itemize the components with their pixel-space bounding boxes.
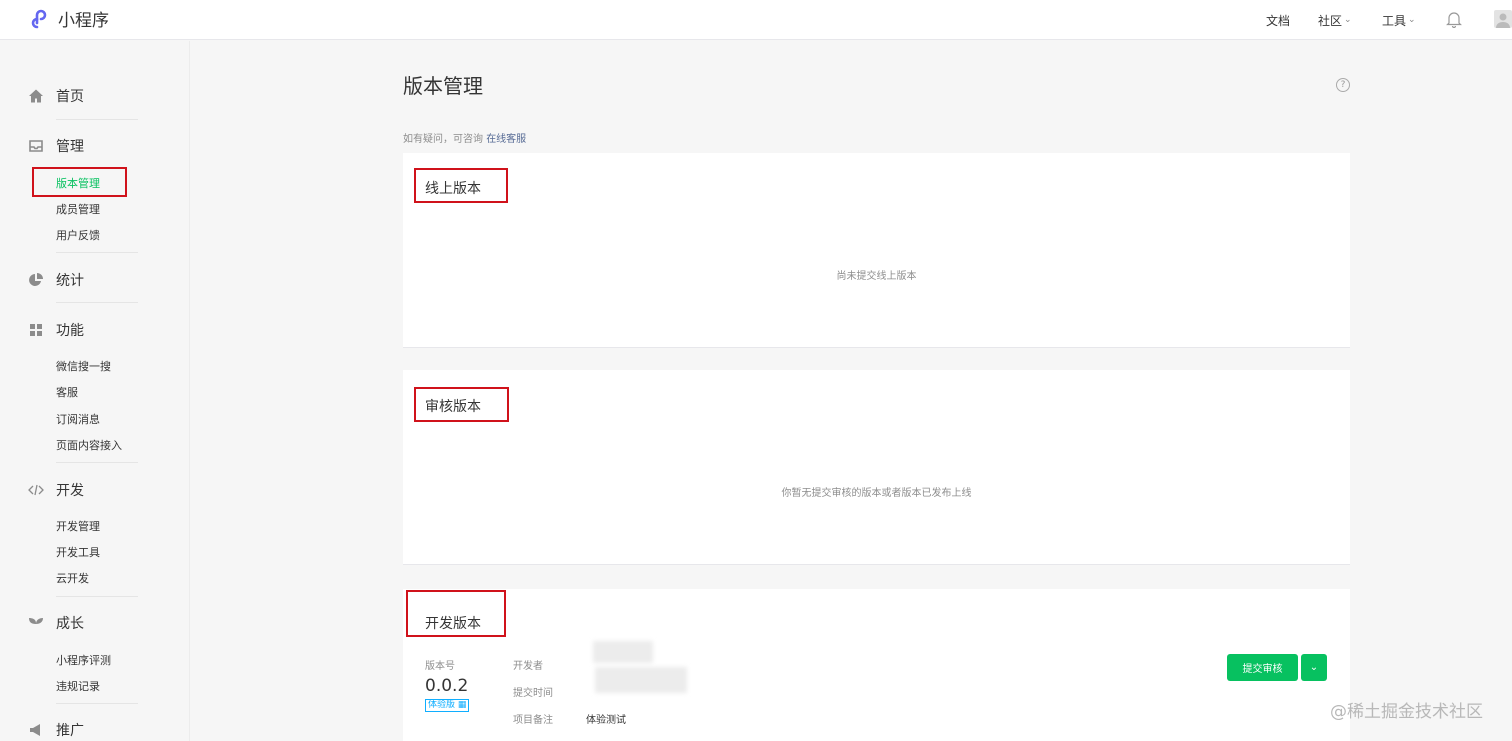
- sidebar-item-wechat-search[interactable]: 微信搜一搜: [56, 358, 111, 374]
- sidebar-item-label: 功能: [56, 323, 84, 339]
- sidebar-item-label: 首页: [56, 89, 84, 105]
- mini-program-logo-icon: [31, 9, 47, 28]
- nav-tools[interactable]: 工具 ⌄: [1382, 0, 1416, 40]
- top-bar: 小程序 文档 社区 ⌄ 工具 ⌄: [0, 0, 1512, 40]
- sidebar-item-growth[interactable]: 成长: [28, 613, 84, 633]
- grid-icon: [30, 324, 42, 336]
- highlight-box: [32, 167, 127, 197]
- sidebar-item-user-feedback[interactable]: 用户反馈: [56, 227, 100, 243]
- qr-code-icon: ▦: [457, 700, 467, 710]
- page-title: 版本管理: [403, 74, 483, 98]
- highlight-box: [406, 590, 506, 637]
- home-icon: [29, 89, 43, 103]
- divider: [56, 119, 138, 120]
- chevron-down-icon: ⌄: [1344, 15, 1352, 25]
- sidebar-item-develop[interactable]: 开发: [28, 480, 84, 500]
- bell-icon[interactable]: [1446, 10, 1462, 28]
- nav-docs-label: 文档: [1266, 13, 1291, 28]
- sidebar-item-cloud-dev[interactable]: 云开发: [56, 570, 89, 586]
- review-version-card: 审核版本 你暂无提交审核的版本或者版本已发布上线: [403, 370, 1350, 565]
- online-service-link[interactable]: 在线客服: [486, 134, 526, 145]
- app-logo[interactable]: 小程序: [28, 6, 109, 31]
- pie-chart-icon: [29, 273, 43, 286]
- sidebar-item-manage[interactable]: 管理: [28, 136, 84, 156]
- sidebar-item-dev-manage[interactable]: 开发管理: [56, 518, 100, 534]
- sidebar-item-dev-tools[interactable]: 开发工具: [56, 544, 100, 560]
- sidebar-item-label: 管理: [56, 139, 84, 155]
- divider: [56, 302, 138, 303]
- highlight-box: [414, 168, 508, 203]
- divider: [56, 703, 138, 704]
- user-icon: [1496, 13, 1510, 28]
- note-label: 项目备注: [513, 715, 553, 726]
- blurred-submit-time: [595, 667, 687, 693]
- sidebar-item-promote[interactable]: 推广: [28, 720, 84, 740]
- sidebar-item-home[interactable]: 首页: [28, 86, 84, 106]
- highlight-box: [414, 387, 509, 422]
- submit-time-label: 提交时间: [513, 688, 553, 699]
- more-actions-button[interactable]: ⌄: [1301, 654, 1327, 681]
- online-version-empty: 尚未提交线上版本: [836, 271, 917, 282]
- version-label: 版本号: [425, 661, 455, 672]
- megaphone-icon: [30, 724, 40, 736]
- version-number: 0.0.2: [425, 676, 469, 696]
- sprout-icon: [29, 618, 43, 630]
- review-version-empty: 你暂无提交审核的版本或者版本已发布上线: [781, 488, 972, 499]
- divider: [56, 252, 138, 253]
- sidebar-item-label: 成长: [56, 616, 84, 632]
- sidebar-item-violation-record[interactable]: 违规记录: [56, 678, 100, 694]
- nav-community-label: 社区: [1318, 13, 1343, 28]
- divider: [56, 462, 138, 463]
- sidebar: 首页 管理 版本管理 成员管理 用户反馈 统计 功能 微信搜一搜 客服 订阅消息…: [0, 41, 190, 741]
- sidebar-item-subscribe-message[interactable]: 订阅消息: [56, 411, 100, 427]
- consult-prefix: 如有疑问，可咨询: [403, 134, 483, 145]
- consult-text: 如有疑问，可咨询 在线客服: [403, 130, 526, 145]
- sidebar-item-label: 开发: [56, 483, 84, 499]
- sidebar-item-features[interactable]: 功能: [28, 320, 84, 340]
- sidebar-item-label: 推广: [56, 723, 84, 739]
- sidebar-item-evaluation[interactable]: 小程序评测: [56, 652, 111, 668]
- sidebar-item-customer-service[interactable]: 客服: [56, 384, 78, 400]
- sidebar-item-stats[interactable]: 统计: [28, 270, 84, 290]
- submit-review-button[interactable]: 提交审核: [1227, 654, 1298, 681]
- note-value: 体验测试: [586, 715, 626, 726]
- help-icon[interactable]: ?: [1336, 78, 1350, 92]
- chevron-down-icon: ⌄: [1309, 662, 1319, 673]
- experience-badge[interactable]: 体验版 ▦: [425, 699, 470, 712]
- sidebar-item-member-manage[interactable]: 成员管理: [56, 201, 100, 217]
- dev-version-card: 开发版本 版本号 0.0.2 体验版 ▦ 开发者 提交时间 项目备注 体验测试 …: [403, 589, 1350, 741]
- inbox-icon: [29, 140, 43, 152]
- experience-badge-label: 体验版: [428, 700, 456, 710]
- sidebar-item-page-content[interactable]: 页面内容接入: [56, 437, 122, 453]
- watermark: @稀土掘金技术社区: [1330, 702, 1483, 722]
- chevron-down-icon: ⌄: [1408, 15, 1416, 25]
- nav-tools-label: 工具: [1382, 13, 1407, 28]
- avatar[interactable]: [1494, 10, 1512, 28]
- app-title: 小程序: [58, 11, 109, 31]
- divider: [56, 596, 138, 597]
- sidebar-item-label: 统计: [56, 273, 84, 289]
- developer-label: 开发者: [513, 661, 543, 672]
- nav-docs[interactable]: 文档: [1266, 0, 1290, 40]
- blurred-developer: [593, 641, 653, 663]
- nav-community[interactable]: 社区 ⌄: [1318, 0, 1352, 40]
- online-version-card: 线上版本 尚未提交线上版本: [403, 153, 1350, 348]
- code-icon: [28, 484, 44, 496]
